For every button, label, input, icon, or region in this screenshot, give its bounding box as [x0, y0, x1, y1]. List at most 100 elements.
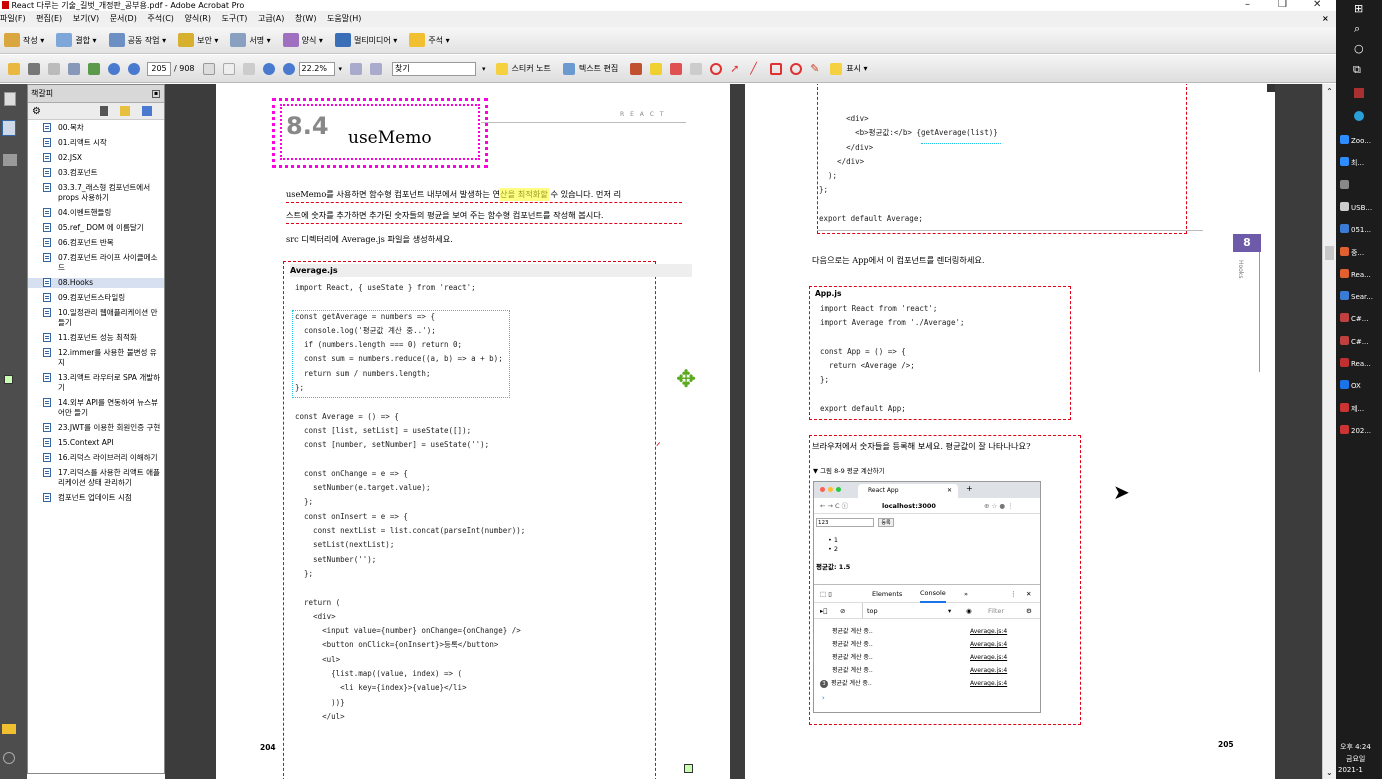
collaborate-button[interactable]: 공동 작업 ▾: [108, 33, 166, 47]
taskbar-app-button[interactable]: Rea...: [1340, 268, 1382, 282]
bookmark-item[interactable]: 02.JSX: [28, 153, 164, 163]
comment-button[interactable]: 주석 ▾: [409, 33, 450, 47]
menu-window[interactable]: 창(W): [295, 14, 317, 23]
taskbar-app-button[interactable]: 중...: [1340, 246, 1382, 260]
bookmark-item[interactable]: 05.ref_ DOM 에 이름달기: [28, 223, 164, 233]
taskbar-app-button[interactable]: OX: [1340, 379, 1382, 393]
taskbar-app-button[interactable]: C#...: [1340, 312, 1382, 326]
oval-tool-icon[interactable]: [710, 62, 723, 75]
bookmark-item[interactable]: 17.리덕스를 사용한 리액트 애플리케이션 상태 관리하기: [28, 468, 164, 488]
taskbar-app-button[interactable]: 051...: [1340, 223, 1382, 237]
pencil-tool-icon[interactable]: ✎: [810, 63, 822, 75]
fit-width-icon[interactable]: [370, 62, 383, 75]
taskbar-app-button[interactable]: C#...: [1340, 335, 1382, 349]
open-folder-icon[interactable]: [8, 62, 20, 75]
bookmark-item[interactable]: 00.목차: [28, 123, 164, 133]
attachments-icon[interactable]: [3, 752, 15, 764]
taskbar-app-button[interactable]: [1340, 179, 1382, 193]
menu-file[interactable]: 파일(F): [0, 14, 26, 23]
show-comments-icon[interactable]: [830, 62, 843, 75]
next-page-icon[interactable]: [128, 62, 140, 75]
delete-bookmark-icon[interactable]: [100, 106, 108, 116]
fit-page-icon[interactable]: [350, 62, 363, 75]
resize-handle[interactable]: [4, 375, 13, 384]
bookmark-item[interactable]: 14.외부 API를 연동하여 뉴스뷰어만 들기: [28, 398, 164, 418]
sticky-note-button[interactable]: 스티커 노트: [512, 63, 551, 74]
callout-icon[interactable]: [690, 62, 703, 75]
hand-tool-icon[interactable]: [222, 62, 235, 75]
menu-tools[interactable]: 도구(T): [222, 14, 248, 23]
taskbar-app-button[interactable]: 최...: [1340, 156, 1382, 170]
bookmark-item[interactable]: 06.컴포넌트 반복: [28, 238, 164, 248]
bookmark-item[interactable]: 09.컴포넌트스타일링: [28, 293, 164, 303]
combine-button[interactable]: 결합 ▾: [56, 33, 97, 47]
find-dropdown-icon[interactable]: ▾: [482, 65, 486, 73]
bookmark-item[interactable]: 08.Hooks: [28, 278, 164, 288]
bookmark-item[interactable]: 13.리액트 라우터로 SPA 개발하기: [28, 373, 164, 393]
select-text-icon[interactable]: [202, 62, 215, 75]
taskbar-app-button[interactable]: 202...: [1340, 424, 1382, 438]
bookmarks-icon[interactable]: [2, 120, 16, 136]
bookmark-item[interactable]: 04.이벤트핸들링: [28, 208, 164, 218]
menu-help[interactable]: 도움말(H): [327, 14, 361, 23]
sign-button[interactable]: 서명 ▾: [230, 33, 271, 47]
bookmark-item[interactable]: 16.리덕스 라이브러리 이해하기: [28, 453, 164, 463]
bookmark-item[interactable]: 23.JWT를 이용한 회원인증 구현: [28, 423, 164, 433]
bookmark-item[interactable]: 11.컴포넌트 성능 최적화: [28, 333, 164, 343]
pages-icon[interactable]: [4, 92, 16, 106]
text-box-icon[interactable]: [670, 62, 683, 75]
find-input[interactable]: 찾기: [392, 61, 477, 76]
taskbar-app-button[interactable]: Zoo...: [1340, 134, 1382, 148]
zoom-out-icon[interactable]: [262, 62, 275, 75]
zoom-in-icon[interactable]: [282, 62, 295, 75]
document-close-button[interactable]: ×: [1322, 11, 1329, 27]
close-button[interactable]: ✕: [1313, 0, 1321, 10]
text-edit-icon[interactable]: [562, 62, 575, 75]
document-scrollbar[interactable]: ⌃ ⌄: [1322, 84, 1336, 779]
show-button[interactable]: 표시 ▾: [846, 63, 867, 74]
minimize-button[interactable]: –: [1245, 0, 1250, 10]
search-icon[interactable]: ⌕: [1354, 22, 1360, 36]
scroll-up-arrow[interactable]: ⌃: [1323, 84, 1336, 96]
line-tool-icon[interactable]: ╱: [750, 63, 762, 75]
menu-advanced[interactable]: 고급(A): [258, 14, 284, 23]
bookmark-item[interactable]: 03.컴포넌트: [28, 168, 164, 178]
forms-button[interactable]: 양식 ▾: [282, 33, 323, 47]
page-number-input[interactable]: 205: [147, 61, 171, 76]
create-button[interactable]: 작성 ▾: [4, 33, 44, 47]
winrar-icon[interactable]: [1354, 88, 1364, 98]
bookmark-item[interactable]: 10.일정관리 웹애플리케이션 만들기: [28, 308, 164, 328]
panel-options-icon[interactable]: ▪: [152, 90, 160, 98]
new-bookmark-icon[interactable]: [120, 106, 130, 116]
text-edit-button[interactable]: 텍스트 편집: [579, 63, 618, 74]
task-view-icon[interactable]: ⧉: [1353, 63, 1361, 77]
scroll-thumb[interactable]: [1325, 246, 1334, 260]
menu-comments[interactable]: 주석(C): [147, 14, 174, 23]
resize-handle[interactable]: [684, 764, 693, 773]
arrow-tool-icon[interactable]: ➚: [730, 63, 742, 75]
zoom-dropdown-icon[interactable]: ▾: [339, 65, 343, 73]
zoom-tool-icon[interactable]: [242, 62, 255, 75]
highlight-tool-icon[interactable]: [650, 62, 663, 75]
signatures-icon[interactable]: [3, 154, 17, 166]
previous-page-icon[interactable]: [108, 62, 120, 75]
menu-document[interactable]: 문서(D): [110, 14, 137, 23]
edge-icon[interactable]: [1354, 111, 1364, 121]
rectangle-tool-icon[interactable]: [770, 62, 783, 75]
save-icon[interactable]: [48, 62, 60, 75]
taskbar-app-button[interactable]: Sear...: [1340, 290, 1382, 304]
expand-bookmark-icon[interactable]: [142, 106, 152, 116]
scroll-down-arrow[interactable]: ⌄: [1326, 768, 1333, 777]
maximize-button[interactable]: ❐: [1278, 0, 1287, 10]
bookmark-item[interactable]: 15.Context API: [28, 438, 164, 448]
secure-button[interactable]: 보안 ▾: [178, 33, 218, 47]
bookmark-item[interactable]: 컴포넌트 업데이트 시점: [28, 493, 164, 503]
zoom-level-input[interactable]: 22.2%: [298, 61, 335, 76]
bookmark-item[interactable]: 03.3.7_래스형 컴포넌트에서 props 사용하기: [28, 183, 164, 203]
email-icon[interactable]: [68, 62, 80, 75]
bookmark-item[interactable]: 07.컴포넌트 라이프 사이클메소드: [28, 253, 164, 273]
start-button-icon[interactable]: ⊞: [1354, 2, 1363, 15]
multimedia-button[interactable]: 멀티미디어 ▾: [334, 33, 397, 47]
bookmark-item[interactable]: 12.immer를 사용한 불변성 유지: [28, 348, 164, 368]
bookmark-item[interactable]: 01.리액트 시작: [28, 138, 164, 148]
